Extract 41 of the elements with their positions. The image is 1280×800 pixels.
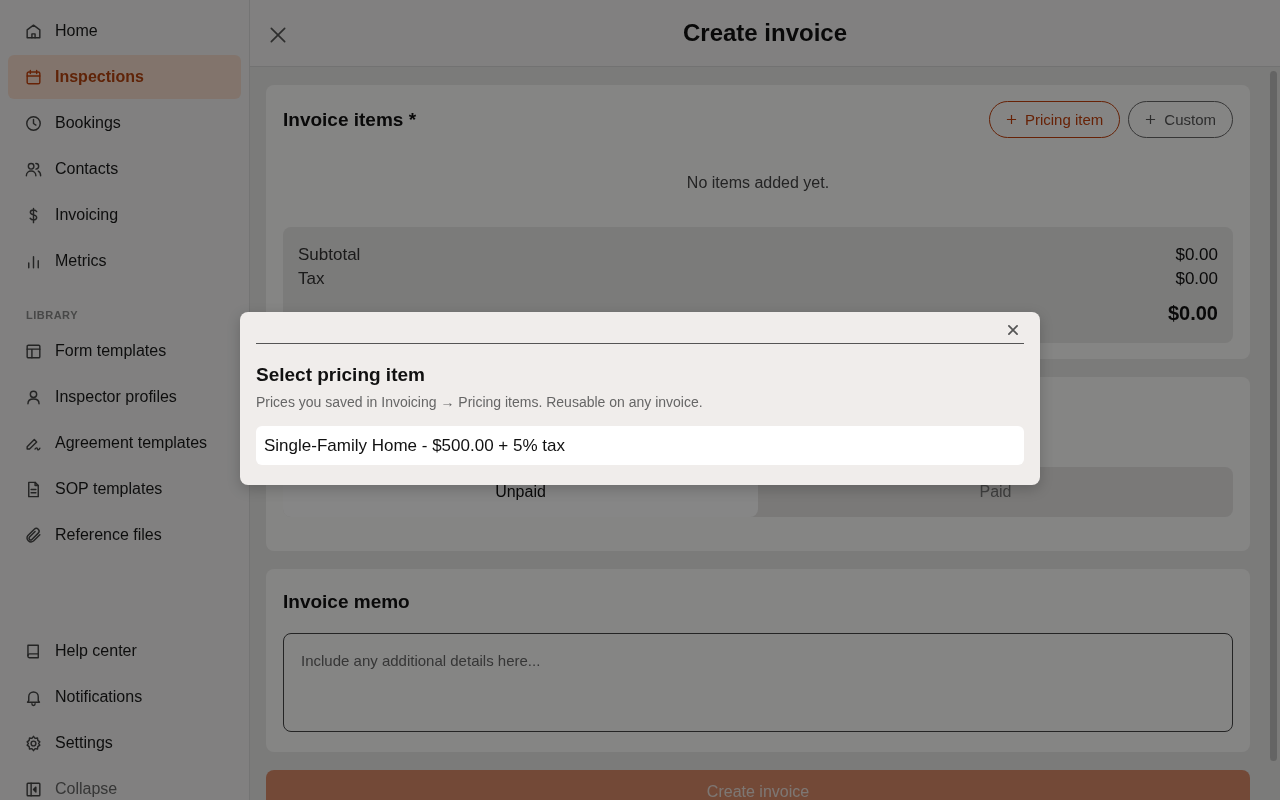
calendar-icon xyxy=(24,67,43,87)
sidebar-item[interactable]: Inspections xyxy=(8,55,241,99)
memo-field[interactable]: Include any additional details here... xyxy=(283,633,1233,732)
sidebar-item[interactable]: Home xyxy=(8,9,241,53)
sidebar-item[interactable]: Collapse xyxy=(8,767,241,800)
sidebar-item[interactable]: Invoicing xyxy=(8,193,241,237)
section-heading: Invoice memo xyxy=(283,591,411,613)
sidebar-item[interactable]: Metrics xyxy=(8,239,241,283)
sidebar-item[interactable]: Contacts xyxy=(8,147,241,191)
section-heading: Invoice items * xyxy=(283,108,417,131)
close-icon[interactable] xyxy=(268,25,288,45)
sidebar-item[interactable]: Reference files xyxy=(8,513,241,557)
sidebar-item[interactable]: Notifications xyxy=(8,675,241,719)
section-heading: LIBRARY xyxy=(25,308,79,323)
settings-icon xyxy=(24,733,43,753)
sidebar-item[interactable]: SOP templates xyxy=(8,467,241,511)
clock-icon xyxy=(24,113,43,133)
layout-icon xyxy=(24,341,43,361)
person-icon xyxy=(24,387,43,407)
page-title: Create invoice xyxy=(682,19,848,47)
sidebar-item[interactable]: Agreement templates xyxy=(8,421,241,465)
paperclip-icon xyxy=(24,525,43,545)
sidebar-panel-icon xyxy=(24,779,43,799)
sidebar-item[interactable]: Bookings xyxy=(8,101,241,145)
sidebar-item[interactable]: Help center xyxy=(8,629,241,673)
sidebar-item[interactable]: Inspector profiles xyxy=(8,375,241,419)
total-label: Subtotal xyxy=(298,244,361,266)
total-value: $0.00 xyxy=(1175,268,1218,290)
empty-message: No items added yet. xyxy=(685,174,831,192)
total-label: Tax xyxy=(298,268,325,290)
close-icon[interactable] xyxy=(1006,322,1020,337)
dialog-subtitle: Prices you saved in Invoicing → Pricing items. Reusable on any invoice. xyxy=(256,394,704,410)
total-value: $0.00 xyxy=(1167,301,1218,325)
sidebar-item[interactable]: Form templates xyxy=(8,329,241,373)
total-value: $0.00 xyxy=(1175,244,1218,266)
pricing-item-option[interactable]: Single-Family Home - $500.00 + 5% tax xyxy=(256,426,1024,465)
plus-icon xyxy=(1005,114,1017,125)
plus-icon xyxy=(1145,114,1157,125)
home-icon xyxy=(24,21,43,41)
dialog-title: Select pricing item xyxy=(256,364,426,386)
sidebar-item[interactable]: Settings xyxy=(8,721,241,765)
